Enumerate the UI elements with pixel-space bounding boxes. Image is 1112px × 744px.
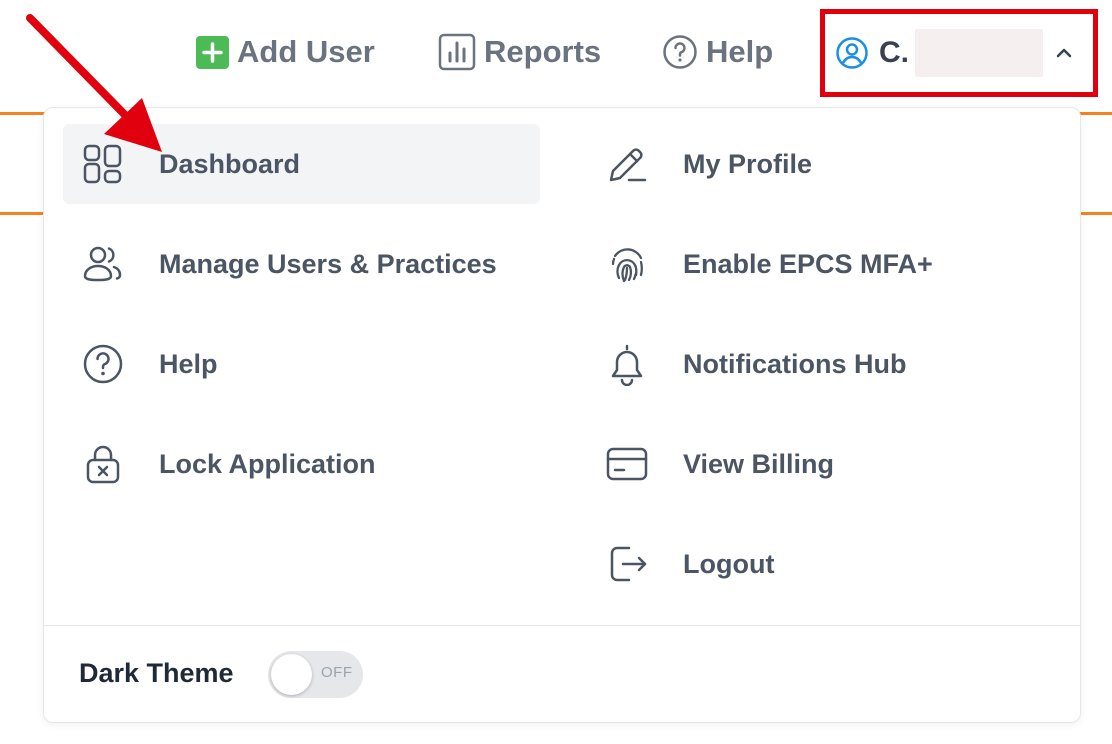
menu-item-lock-application[interactable]: Lock Application	[63, 424, 540, 504]
toggle-knob	[271, 654, 312, 695]
user-circle-icon	[836, 37, 868, 69]
menu-item-help[interactable]: Help	[63, 324, 540, 404]
add-user-link[interactable]: Add User	[196, 28, 375, 76]
footer-divider	[44, 625, 1080, 626]
menu-item-enable-epcs-mfa[interactable]: Enable EPCS MFA+	[587, 224, 1057, 304]
menu-item-view-billing[interactable]: View Billing	[587, 424, 1057, 504]
toggle-state-text: OFF	[321, 664, 353, 681]
menu-item-label: Logout	[683, 548, 775, 579]
help-link[interactable]: Help	[662, 28, 773, 76]
menu-item-manage-users[interactable]: Manage Users & Practices	[63, 224, 540, 304]
menu-item-label: Help	[159, 348, 218, 379]
lock-icon	[86, 445, 120, 484]
help-circle-icon	[83, 344, 123, 384]
bell-icon	[611, 344, 643, 386]
fingerprint-icon	[611, 248, 643, 283]
menu-item-dashboard[interactable]: Dashboard	[63, 124, 540, 204]
menu-item-label: Lock Application	[159, 448, 376, 479]
help-label: Help	[706, 34, 774, 69]
credit-card-icon	[606, 447, 648, 481]
dark-theme-toggle[interactable]: OFF	[268, 651, 363, 698]
add-user-label: Add User	[237, 34, 375, 69]
bar-chart-icon	[438, 33, 476, 71]
user-dropdown-menu: Dashboard Manage Users & Practices Help	[43, 107, 1081, 723]
chevron-up-icon	[1056, 48, 1072, 58]
user-initial: C.	[879, 36, 909, 69]
menu-item-label: Enable EPCS MFA+	[683, 248, 933, 279]
dark-theme-label: Dark Theme	[79, 658, 234, 688]
menu-item-notifications-hub[interactable]: Notifications Hub	[587, 324, 1057, 404]
user-menu-button[interactable]: C.	[820, 9, 1098, 97]
logout-icon	[610, 546, 647, 582]
reports-label: Reports	[484, 34, 602, 69]
help-circle-icon	[663, 35, 697, 69]
plus-square-icon	[196, 35, 229, 69]
menu-item-label: Dashboard	[159, 148, 301, 179]
menu-item-logout[interactable]: Logout	[587, 524, 1057, 604]
redacted-user-name	[915, 29, 1043, 77]
reports-link[interactable]: Reports	[438, 28, 601, 76]
pencil-icon	[609, 148, 647, 182]
menu-item-label: Manage Users & Practices	[159, 248, 497, 279]
menu-item-label: Notifications Hub	[683, 348, 907, 379]
menu-item-label: View Billing	[683, 448, 835, 479]
users-icon	[83, 246, 122, 282]
dashboard-icon	[83, 144, 122, 184]
menu-item-my-profile[interactable]: My Profile	[587, 124, 1057, 204]
menu-item-label: My Profile	[683, 148, 813, 179]
